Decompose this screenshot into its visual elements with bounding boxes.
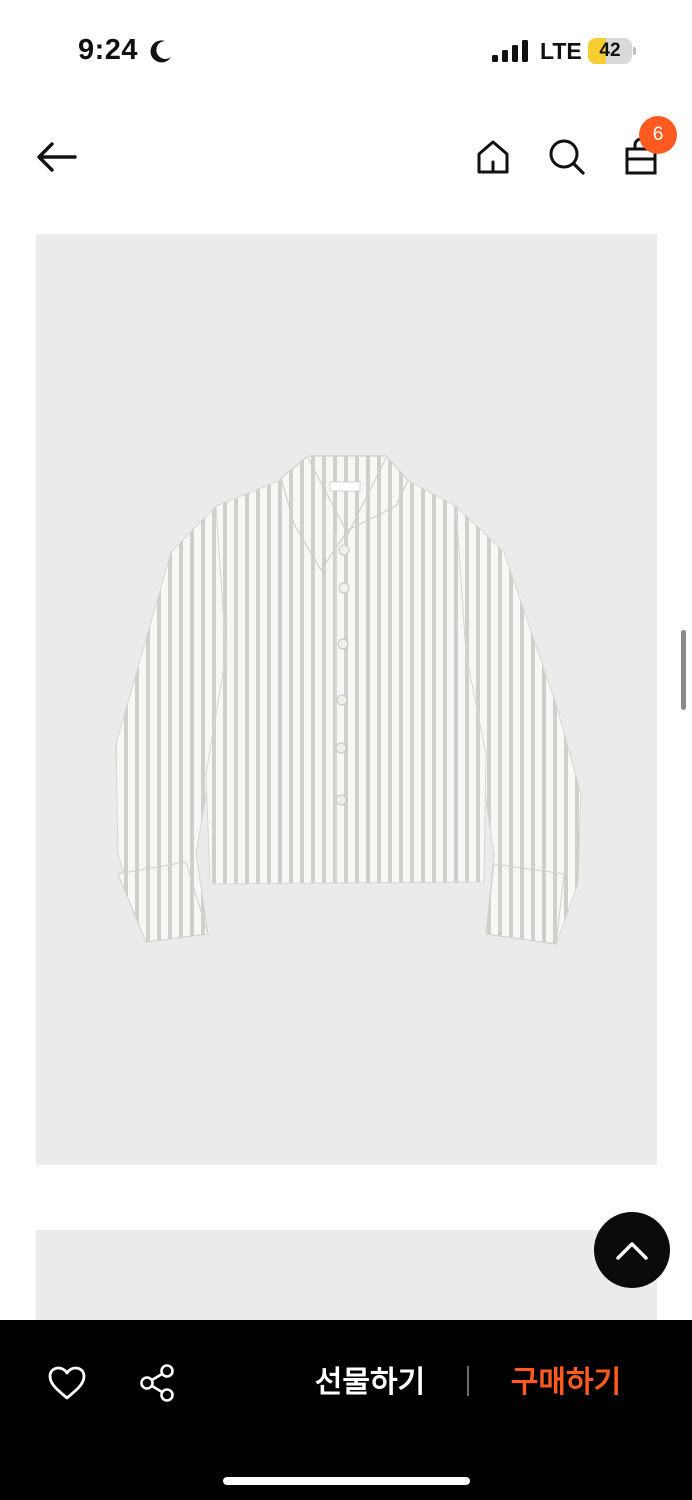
status-bar: 9:24 LTE 42 xyxy=(0,0,692,100)
buy-button[interactable]: 구매하기 xyxy=(496,1360,636,1406)
moon-icon xyxy=(150,40,171,63)
button-divider xyxy=(467,1366,469,1396)
network-label: LTE xyxy=(540,38,582,64)
striped-shirt-image xyxy=(115,455,582,945)
back-button[interactable] xyxy=(30,134,82,180)
home-icon xyxy=(477,140,509,174)
signal-icon xyxy=(492,40,528,62)
wishlist-button[interactable] xyxy=(44,1360,90,1406)
home-button[interactable] xyxy=(470,134,516,180)
home-indicator[interactable] xyxy=(223,1477,470,1485)
product-image-secondary[interactable] xyxy=(36,1230,657,1330)
bottom-action-bar: 선물하기 구매하기 xyxy=(0,1320,692,1500)
heart-icon xyxy=(48,1366,86,1400)
scroll-to-top-button[interactable] xyxy=(594,1212,670,1288)
share-button[interactable] xyxy=(134,1360,180,1406)
gift-button[interactable]: 선물하기 xyxy=(300,1360,440,1406)
cart-count-badge: 6 xyxy=(639,116,677,154)
status-time: 9:24 xyxy=(78,34,139,66)
scroll-indicator xyxy=(681,630,686,710)
product-image[interactable] xyxy=(36,234,657,1165)
arrow-left-icon xyxy=(37,142,77,172)
battery-level: 42 xyxy=(599,40,621,61)
search-icon xyxy=(549,139,585,175)
top-nav xyxy=(0,110,692,204)
chevron-up-icon xyxy=(616,1242,648,1260)
search-button[interactable] xyxy=(544,134,590,180)
battery-icon: 42 xyxy=(588,38,636,64)
share-icon xyxy=(140,1364,174,1402)
